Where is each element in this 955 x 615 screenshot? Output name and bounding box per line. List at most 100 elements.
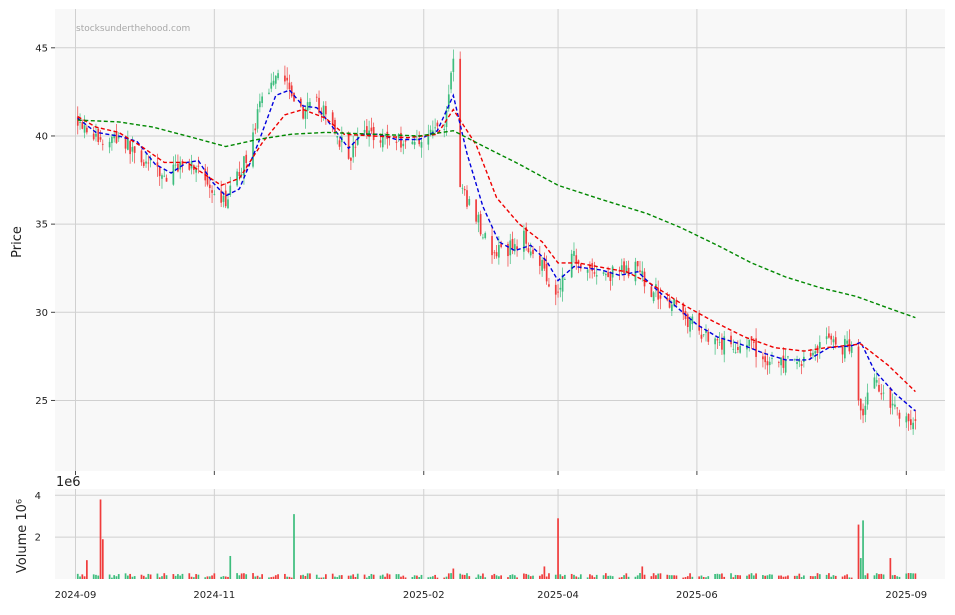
volume-bar [131,576,134,579]
candle-body [124,137,127,149]
candle-body [898,412,901,419]
volume-bar [812,576,814,579]
volume-bar [700,575,703,579]
volume-bar [816,573,819,579]
volume-offset-label: 1e6 [56,475,81,490]
volume-bar [272,576,275,579]
volume-bar [190,576,193,579]
volume-bar [532,575,534,579]
volume-bar [554,574,557,579]
volume-bar [543,566,546,579]
volume-bar [165,575,168,579]
volume-bar [866,573,869,579]
candle-body [818,342,821,349]
candle-body [714,338,716,345]
volume-bar [589,574,591,579]
candle-body [859,398,862,411]
volume-bar [229,555,232,579]
candle-body [83,125,86,133]
candle-body [347,133,350,159]
volume-bar [850,577,853,579]
candle-body [436,122,439,127]
candle-body [691,316,694,325]
candle-body [764,356,767,363]
candle-body [338,140,341,147]
candle-body [668,298,671,308]
candle-body [434,127,436,129]
volume-bar [236,573,238,579]
volume-bar [340,575,343,579]
volume-bar [843,575,846,579]
volume-bar [666,574,669,579]
candle-body [140,150,143,163]
candle-body [177,163,179,172]
volume-bar [206,576,209,579]
volume-bar [274,575,277,579]
volume-bar [673,575,675,579]
date-tick-label: 2025-02 [403,590,445,601]
volume-bar [500,575,502,579]
candle-body [716,339,719,341]
candle-body [841,346,844,355]
volume-bar [764,575,767,579]
candle-body [730,335,732,345]
volume-bar [411,577,414,579]
candle-body [591,263,594,271]
candle-body [636,260,639,267]
volume-bar [636,575,639,579]
volume-bar [86,560,88,579]
volume-bar [370,573,373,579]
candle-body [718,341,721,343]
candle-body [529,251,532,256]
volume-bar [99,499,102,579]
price-axis-ticks: 25 30 35 40 45 [35,43,55,407]
candle-body [252,132,254,167]
volume-bar [286,576,289,579]
volume-bar [607,575,609,579]
candle-body [147,162,150,164]
volume-bar [188,573,191,579]
candle-body [245,154,248,164]
volume-bar [213,573,216,579]
candle-body [828,333,830,338]
volume-bar [545,576,548,579]
candle-body [259,101,261,108]
candle-body [620,265,623,271]
candle-body [290,85,293,97]
volume-bar [737,575,739,579]
candle-body [516,246,518,250]
candle-body [541,260,543,271]
candle-body [227,199,229,209]
candle-body [787,356,789,358]
volume-bar [716,573,719,579]
volume-bar [689,573,691,579]
candle-body [213,194,216,195]
volume-bar [288,576,291,579]
candle-body [493,252,496,254]
volume-bar [81,574,84,579]
volume-bar [595,574,598,579]
volume-bar [97,575,100,579]
volume-bar [240,573,243,579]
candle-body [108,141,111,148]
volume-bar [224,576,227,579]
candle-body [322,105,325,117]
volume-bar [416,575,418,579]
volume-bar [477,574,480,579]
volume-bar [347,575,350,579]
volume-bar [841,576,844,579]
volume-bar [331,573,334,579]
price-tick-label: 40 [35,131,48,142]
volume-bar [140,574,143,579]
volume-bar [721,573,723,579]
volume-bar [750,573,753,579]
candle-body [491,236,493,256]
candle-body [850,346,853,353]
volume-bar [352,574,355,579]
candle-body [864,405,867,415]
volume-bar [573,574,575,579]
volume-bar [402,575,405,579]
volume-bar [92,574,95,579]
candle-body [623,261,625,274]
volume-bar [668,575,671,579]
